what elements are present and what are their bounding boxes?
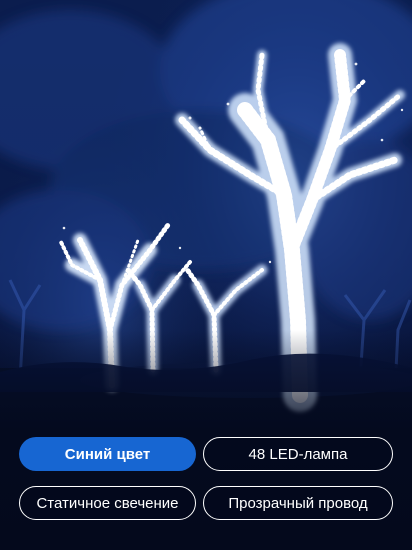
chip-blue-color[interactable]: Синий цвет: [19, 437, 196, 471]
product-features-chips: Синий цвет 48 LED-лампа Статичное свечен…: [0, 437, 412, 527]
chip-static-glow[interactable]: Статичное свечение: [19, 486, 196, 520]
chip-transparent-wire[interactable]: Прозрачный провод: [203, 486, 393, 520]
chip-48-led[interactable]: 48 LED-лампа: [203, 437, 393, 471]
